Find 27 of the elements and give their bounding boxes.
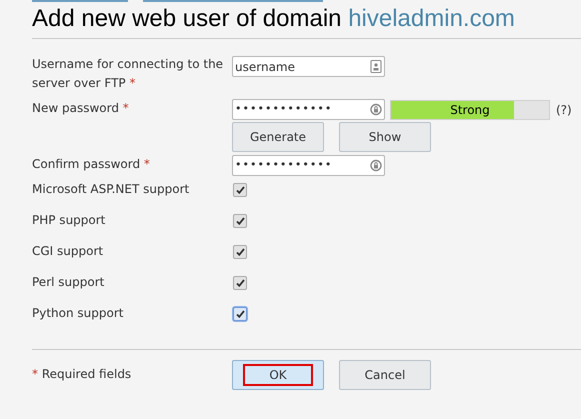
field-label: Username for connecting to the server over FTP * [32,57,224,90]
checkbox[interactable] [233,183,247,197]
checkbox[interactable] [233,276,247,290]
dialog-button[interactable]: OK [232,360,324,390]
help-link[interactable]: (?) [556,100,572,118]
page-title: Add new web user of domain [32,5,342,32]
field-label: New password * [32,101,129,115]
field-label: Confirm password * [32,157,150,171]
option-label: Python support [32,306,124,320]
option-label: PHP support [32,213,106,227]
strength-label: Strong [449,102,491,118]
checkbox[interactable] [233,214,247,228]
required-note: * Required fields [32,367,132,381]
option-label: Perl support [32,275,104,289]
option-label: CGI support [32,244,104,258]
checkbox[interactable] [233,245,247,259]
lock-icon [370,103,382,116]
password-field[interactable]: ••••••••••••• [232,99,385,120]
person-card-icon [370,60,382,73]
action-button[interactable]: Generate [232,122,324,152]
action-button[interactable]: Show [339,122,431,152]
lock-icon [370,159,382,172]
username-field[interactable]: username [232,56,385,77]
domain-name: hiveladmin.com [348,5,515,32]
option-label: Microsoft ASP.NET support [32,182,190,196]
dialog-button[interactable]: Cancel [339,360,431,390]
confirm-password-field[interactable]: ••••••••••••• [232,155,385,176]
